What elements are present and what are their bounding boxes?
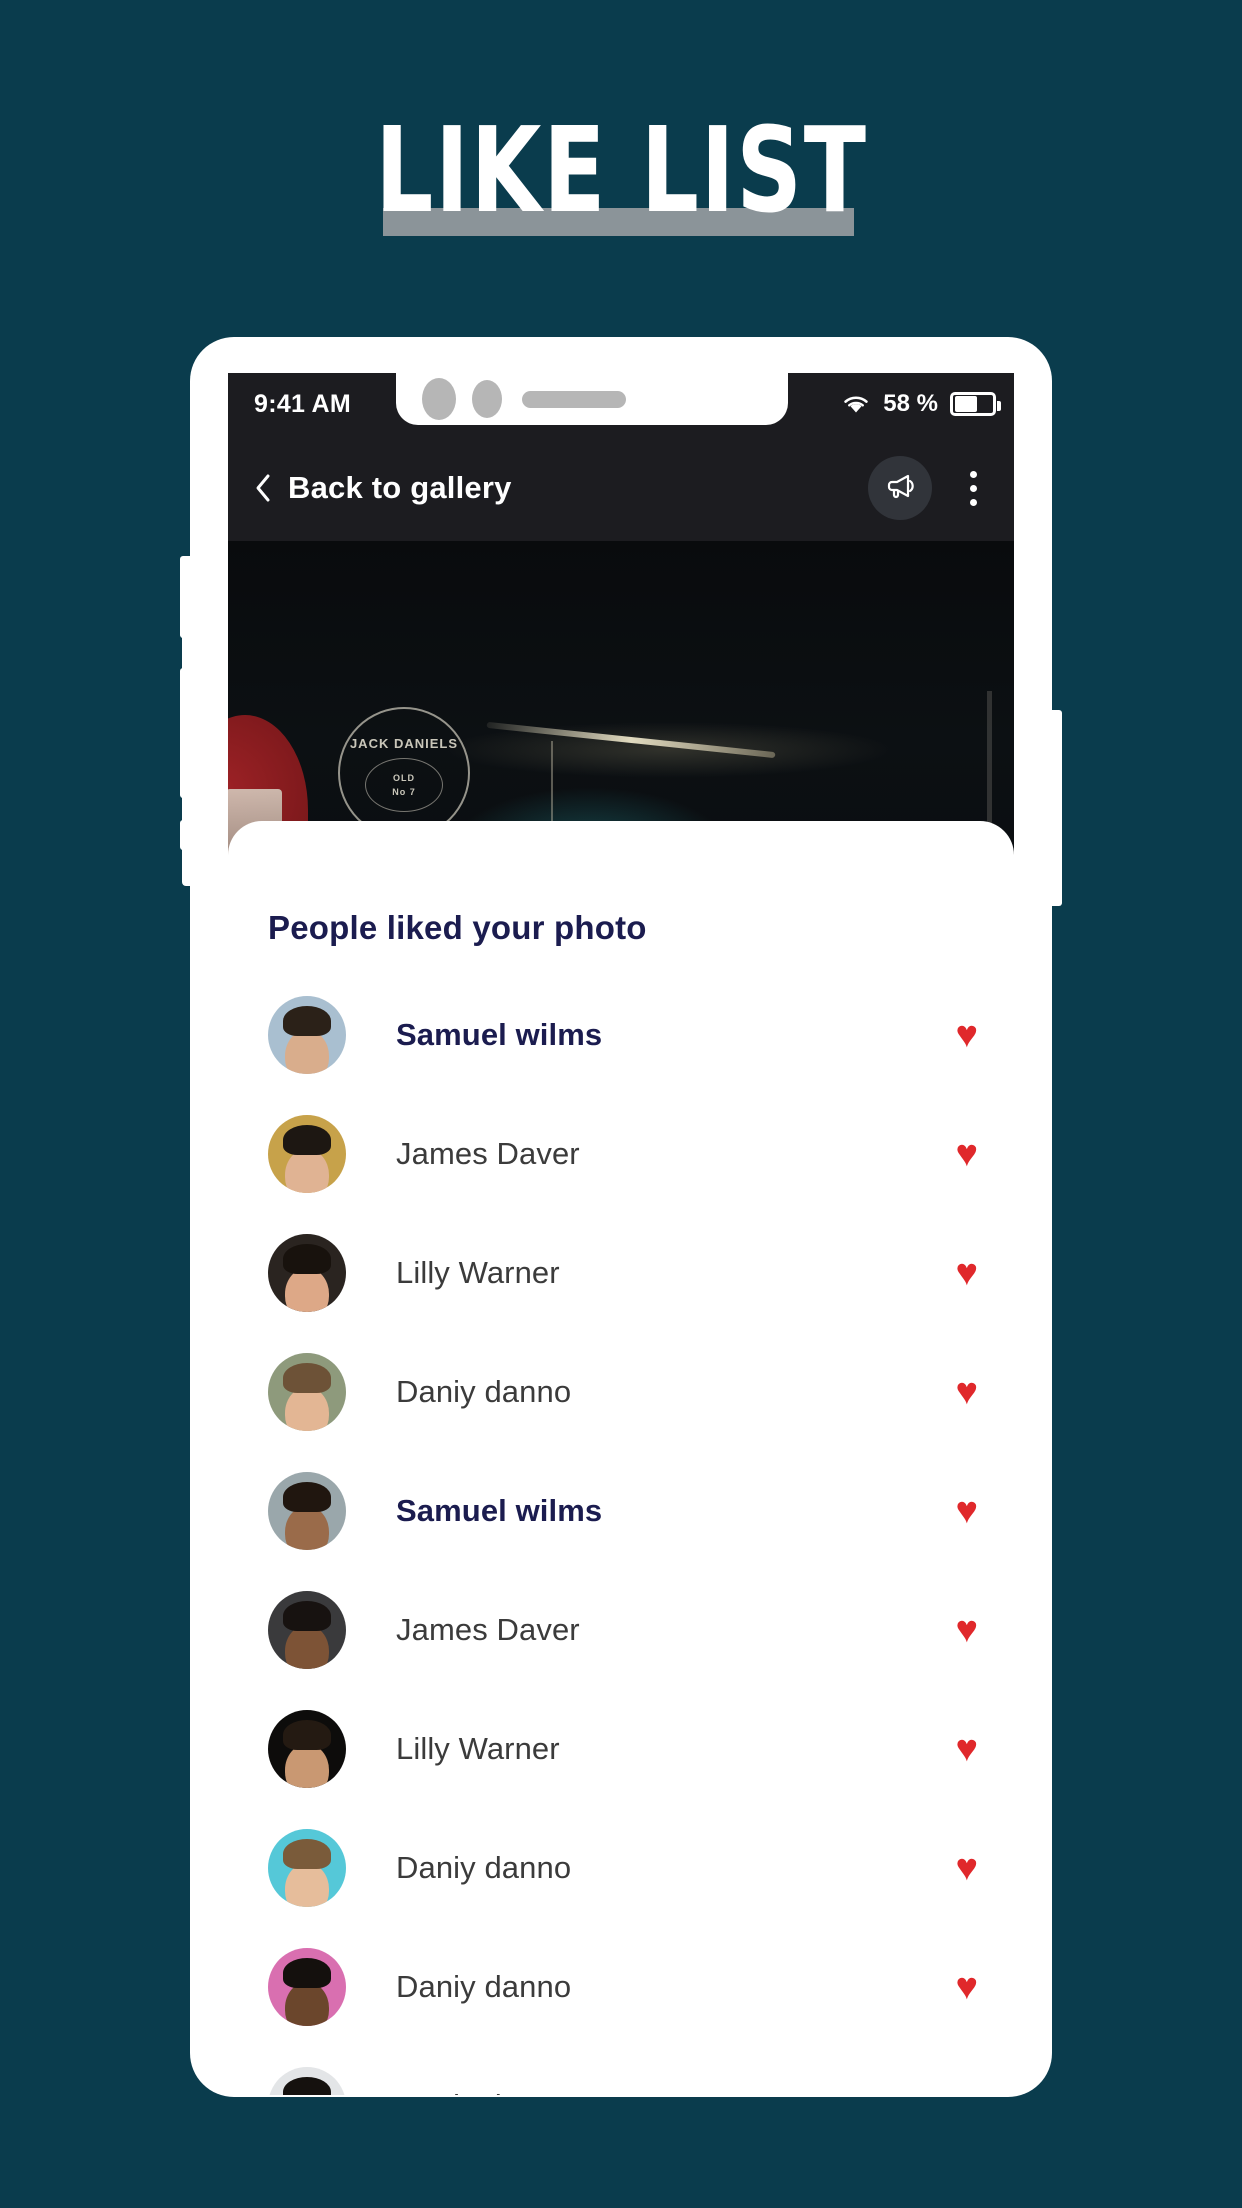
battery-percent-label: 58 % [883,390,938,417]
jd-sign-line-3: No 7 [392,787,416,798]
phone-side-button-left-2[interactable] [180,668,194,798]
jack-daniels-sign: JACK DANIELS OLD No 7 [338,707,470,839]
page-title: LIKE LIST [374,101,868,239]
likes-list[interactable]: Samuel wilms ♥ James Daver ♥ Lilly Warner ♥ Da… [228,991,1014,2095]
avatar-hair [283,1363,331,1393]
phone-side-button-left-1[interactable] [180,556,194,638]
phone-side-button-right[interactable] [1048,710,1062,906]
avatar[interactable] [268,1710,346,1788]
avatar[interactable] [268,1353,346,1431]
phone-side-button-left-3[interactable] [180,820,194,850]
avatar-face [285,1982,329,2026]
kebab-dot [969,498,977,506]
front-camera-icon [422,378,456,420]
avatar-hair [283,1244,331,1274]
like-user-name: Lilly Warner [396,1731,560,1766]
like-user-name: James Daver [396,1136,580,1171]
like-user-name: Samuel wilms [396,1493,603,1528]
battery-fill [955,396,977,412]
heart-icon[interactable]: ♥ [955,1016,978,1054]
phone-frame: 9:41 AM 58 % Back to gallery JACK DANIEL… [190,337,1052,2097]
avatar[interactable] [268,2067,346,2095]
heart-icon[interactable]: ♥ [955,1849,978,1887]
heart-icon[interactable]: ♥ [955,1373,978,1411]
like-list-item[interactable]: James Daver ♥ [228,1586,1014,1674]
like-user-name: Daniy danno [396,1850,572,1885]
heart-icon[interactable]: ♥ [955,1611,978,1649]
avatar-face [285,1149,329,1193]
avatar-face [285,1387,329,1431]
like-user-name: James Daver [396,1612,580,1647]
nav-actions [868,456,992,520]
earpiece-speaker [522,390,626,408]
like-list-item[interactable]: Daniy danno ♥ [228,1824,1014,1912]
photo-lamp-cord [551,741,553,833]
avatar-hair [283,1601,331,1631]
avatar-hair [283,1720,331,1750]
avatar[interactable] [268,1829,346,1907]
avatar[interactable] [268,1115,346,1193]
like-user-name: Daniy danno [396,1374,572,1409]
avatar-hair [283,1482,331,1512]
sensor-icon [472,380,502,418]
jd-sign-line-2: OLD [393,773,415,783]
like-user-name: Daniy danno [396,1969,572,2004]
status-time: 9:41 AM [254,389,352,418]
avatar-face [285,1625,329,1669]
like-list-item[interactable]: James Daver ♥ [228,1110,1014,1198]
avatar-hair [283,1006,331,1036]
avatar[interactable] [268,996,346,1074]
heart-icon[interactable]: ♥ [955,1968,978,2006]
like-user-name: Samuel wilms [396,1017,603,1052]
avatar[interactable] [268,1472,346,1550]
status-bar: 9:41 AM 58 % [228,373,1014,435]
like-list-item[interactable]: Lilly Warner ♥ [228,1705,1014,1793]
chevron-left-icon [254,473,272,503]
like-user-name: Lilly Warner [396,1255,560,1290]
avatar-hair [283,1839,331,1869]
like-list-item[interactable]: Daniy danno ♥ [228,1943,1014,2031]
like-list-item[interactable]: Samuel wilms ♥ [228,1467,1014,1555]
like-list-item[interactable]: Daniy danno ♥ [228,1348,1014,1436]
avatar-hair [283,1958,331,1988]
kebab-dot [969,470,977,478]
heart-icon[interactable]: ♥ [955,1730,978,1768]
like-list-item[interactable]: Lilly Warner ♥ [228,1229,1014,1317]
avatar-face [285,1744,329,1788]
kebab-dot [969,484,977,492]
heart-icon[interactable]: ♥ [955,1135,978,1173]
announce-button[interactable] [868,456,932,520]
overflow-menu-button[interactable] [954,456,992,520]
like-user-name: Daniy danno [396,2088,571,2095]
like-list-item[interactable]: Daniy danno ♥ [228,2062,1014,2095]
heart-icon[interactable]: ♥ [955,1254,978,1292]
avatar-face [285,1268,329,1312]
jd-sign-line-1: JACK DANIELS [349,735,459,751]
display-notch [396,373,788,425]
like-list-item[interactable]: Samuel wilms ♥ [228,991,1014,1079]
heart-icon[interactable]: ♥ [955,1492,978,1530]
app-navigation-bar: Back to gallery [228,435,1014,541]
avatar[interactable] [268,1948,346,2026]
photo-post [987,691,992,841]
phone-screen: 9:41 AM 58 % Back to gallery JACK DANIEL… [228,373,1014,2095]
back-to-gallery-label: Back to gallery [288,470,512,505]
megaphone-icon [883,469,917,508]
battery-icon [950,392,1001,416]
back-to-gallery-button[interactable]: Back to gallery [254,470,512,506]
avatar-face [285,1506,329,1550]
avatar-hair [283,1125,331,1155]
status-indicators: 58 % [841,390,1001,418]
avatar-face [285,1863,329,1907]
jd-sign-inner: OLD No 7 [365,758,443,813]
avatar[interactable] [268,1234,346,1312]
poster-title-container: LIKE LIST [0,100,1242,240]
avatar-face [285,1030,329,1074]
heart-icon[interactable]: ♥ [955,2087,978,2095]
wifi-icon [841,393,871,415]
avatar[interactable] [268,1591,346,1669]
avatar-hair [283,2077,331,2095]
likes-bottom-sheet: People liked your photo Samuel wilms ♥ Jam… [228,821,1014,2095]
likes-sheet-title: People liked your photo [268,909,647,946]
